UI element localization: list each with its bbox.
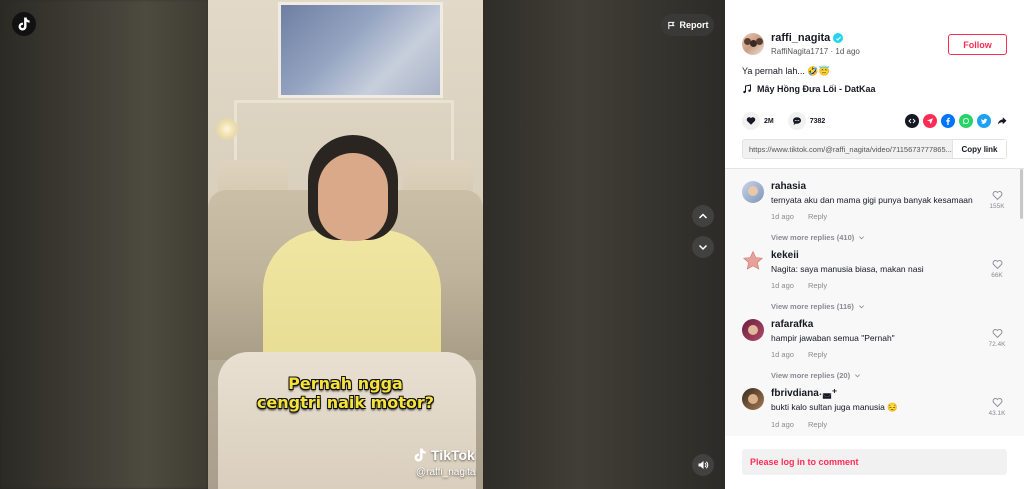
- chevron-down-icon: [859, 236, 865, 240]
- watermark-handle: @raffi_nagita: [416, 467, 476, 478]
- like-count: 2M: [764, 117, 774, 125]
- commenter-avatar[interactable]: [742, 388, 764, 410]
- commenter-avatar[interactable]: [742, 319, 764, 341]
- family-portrait: [278, 2, 443, 98]
- view-more-replies-button[interactable]: View more replies (116): [771, 302, 981, 311]
- previous-video-button[interactable]: [692, 205, 714, 227]
- reply-button[interactable]: Reply: [808, 281, 827, 290]
- music-link[interactable]: Mây Hồng Đưa Lối - DatKaa: [742, 84, 876, 94]
- share-arrow-icon[interactable]: [995, 114, 1009, 128]
- like-button[interactable]: [742, 112, 760, 130]
- share-icons: [905, 114, 1009, 128]
- video-caption-line1: Pernah ngga: [288, 374, 403, 393]
- video-caption-line2: cengtri naik motor?: [256, 393, 435, 412]
- chevron-down-icon: [855, 374, 861, 378]
- chevron-down-icon: [698, 244, 708, 251]
- video-player[interactable]: Pernah ngga cengtri naik motor? TikTok @…: [208, 0, 483, 489]
- follow-button[interactable]: Follow: [948, 34, 1007, 55]
- author-username[interactable]: raffi_nagita: [771, 32, 830, 44]
- engagement-stats: 2M 7382: [742, 112, 839, 130]
- music-title: Mây Hồng Đưa Lối - DatKaa: [757, 84, 876, 94]
- comment-text: bukti kalo sultan juga manusia 😔: [771, 402, 898, 412]
- comment-bubble-icon: [792, 117, 801, 125]
- chevron-down-icon: [858, 305, 864, 309]
- twitter-icon[interactable]: [977, 114, 991, 128]
- comment-scrollbar[interactable]: [1020, 169, 1023, 219]
- tiktok-watermark-text: TikTok: [431, 447, 475, 463]
- comment-text: Nagita: saya manusia biasa, makan nasi: [771, 264, 924, 274]
- heart-outline-icon: [992, 260, 1002, 270]
- comment-like-count: 43.1K: [988, 410, 1006, 417]
- star-avatar-icon: [742, 250, 764, 270]
- commenter-avatar[interactable]: [742, 250, 764, 272]
- chevron-up-icon: [698, 213, 708, 219]
- volume-icon: [698, 461, 709, 469]
- send-to-friends-icon[interactable]: [923, 114, 937, 128]
- reply-button[interactable]: Reply: [808, 350, 827, 359]
- report-button[interactable]: Report: [661, 14, 714, 36]
- author-info[interactable]: raffi_nagita RaffiNagita1717 · 1d ago: [742, 32, 860, 56]
- facebook-icon[interactable]: [941, 114, 955, 128]
- comment-button[interactable]: [787, 112, 806, 130]
- post-time: 1d ago: [835, 47, 860, 56]
- post-description: Ya pernah lah... 🤣😇: [742, 66, 830, 76]
- author-nickname: RaffiNagita1717: [771, 47, 829, 56]
- commenter-username[interactable]: kekeii: [771, 250, 981, 261]
- next-video-button[interactable]: [692, 236, 714, 258]
- commenter-username[interactable]: rafarafka: [771, 319, 981, 330]
- tiktok-watermark-icon: [414, 448, 426, 462]
- details-panel: raffi_nagita RaffiNagita1717 · 1d ago Fo…: [725, 0, 1024, 489]
- author-avatar[interactable]: [742, 33, 764, 55]
- meta-separator: ·: [830, 47, 834, 56]
- view-more-replies-label: View more replies (410): [771, 233, 855, 242]
- copy-link-button[interactable]: Copy link: [952, 140, 1006, 158]
- login-to-comment-button[interactable]: Please log in to comment: [742, 449, 1007, 475]
- comment-like-count: 155K: [989, 203, 1005, 210]
- heart-outline-icon: [992, 398, 1002, 408]
- video-link[interactable]: https://www.tiktok.com/@raffi_nagita/vid…: [743, 145, 952, 154]
- comment-like-count: 66K: [991, 272, 1003, 279]
- video-caption: Pernah ngga cengtri naik motor?: [208, 374, 483, 412]
- view-more-replies-label: View more replies (20): [771, 371, 851, 380]
- comment-like-button[interactable]: 155K: [984, 190, 1010, 210]
- commenter-username[interactable]: fbrivdiana˖◛⁺: [771, 388, 981, 399]
- heart-outline-icon: [992, 191, 1002, 201]
- comment-time: 1d ago: [771, 420, 794, 429]
- tiktok-logo-icon[interactable]: [12, 12, 36, 36]
- heart-icon: [746, 117, 756, 125]
- comment-time: 1d ago: [771, 350, 794, 359]
- comment-like-button[interactable]: 66K: [984, 259, 1010, 279]
- comment-time: 1d ago: [771, 281, 794, 290]
- reply-button[interactable]: Reply: [808, 212, 827, 221]
- comment-list[interactable]: rahasia ternyata aku dan mama gigi punya…: [725, 169, 1024, 436]
- comment-time: 1d ago: [771, 212, 794, 221]
- whatsapp-icon[interactable]: [959, 114, 973, 128]
- flag-icon: [667, 21, 675, 29]
- comment-like-button[interactable]: 72.4K: [984, 328, 1010, 348]
- video-stage: Pernah ngga cengtri naik motor? TikTok @…: [0, 0, 725, 489]
- reply-button[interactable]: Reply: [808, 420, 827, 429]
- blurred-background-right: [483, 0, 725, 489]
- heart-outline-icon: [992, 329, 1002, 339]
- view-more-replies-label: View more replies (116): [771, 302, 854, 311]
- view-more-replies-button[interactable]: View more replies (410): [771, 233, 981, 242]
- commenter-username[interactable]: rahasia: [771, 181, 981, 192]
- tiktok-watermark: TikTok: [412, 447, 475, 463]
- share-link-box: https://www.tiktok.com/@raffi_nagita/vid…: [742, 139, 1007, 159]
- view-more-replies-button[interactable]: View more replies (20): [771, 371, 981, 380]
- blurred-background-left: [0, 0, 208, 489]
- comment-text: ternyata aku dan mama gigi punya banyak …: [771, 195, 973, 205]
- comment-like-count: 72.4K: [988, 341, 1006, 348]
- music-note-icon: [743, 84, 751, 94]
- verified-badge-icon: [833, 33, 844, 43]
- embed-icon[interactable]: [905, 114, 919, 128]
- wall-lamp: [216, 118, 238, 140]
- comment-text: hampir jawaban semua "Pernah": [771, 333, 895, 343]
- commenter-avatar[interactable]: [742, 181, 764, 203]
- volume-button[interactable]: [692, 454, 714, 476]
- comment-like-button[interactable]: 43.1K: [984, 397, 1010, 417]
- report-label: Report: [679, 20, 709, 30]
- comment-count: 7382: [809, 117, 826, 125]
